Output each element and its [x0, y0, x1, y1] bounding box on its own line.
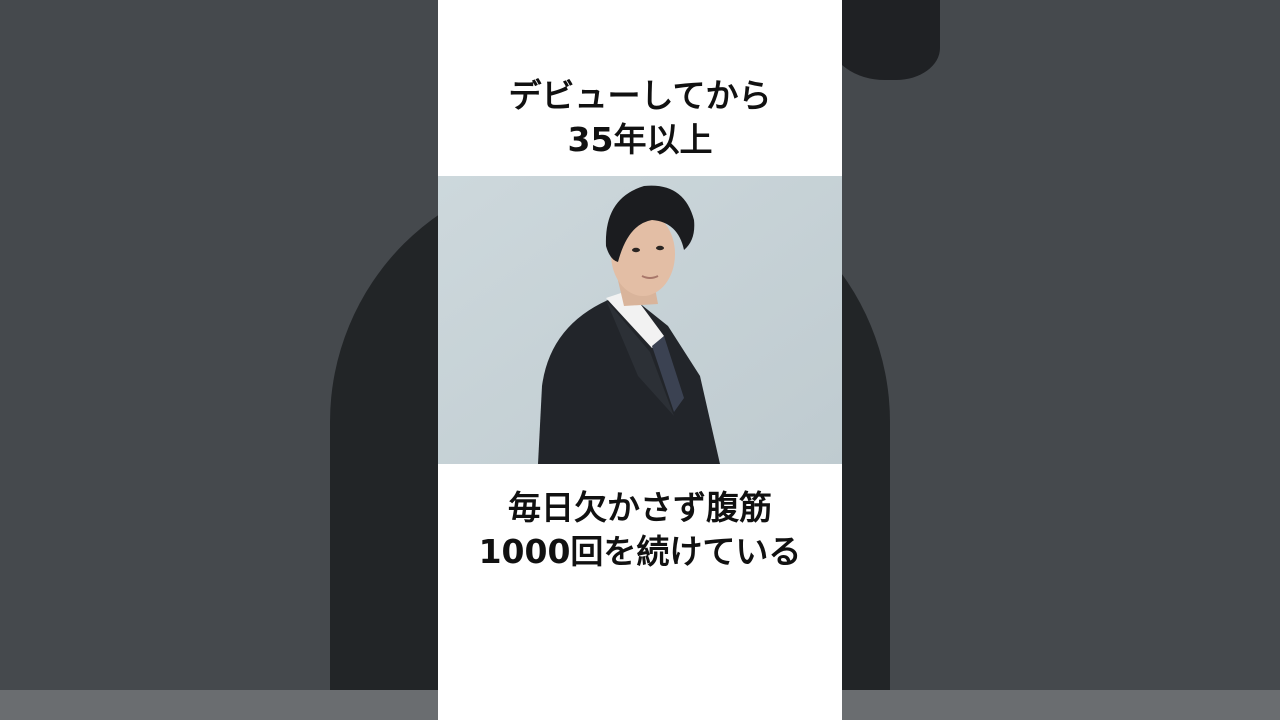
left-eye: [632, 247, 640, 253]
top-caption-line-2: 35年以上: [567, 120, 713, 159]
portrait-photo: [438, 176, 842, 464]
background-hair-shadow: [830, 0, 940, 80]
right-eye: [656, 245, 664, 251]
content-card: デビューしてから 35年以上 毎日欠かさず腹筋 1000回を続けている: [438, 0, 842, 720]
bottom-caption: 毎日欠かさず腹筋 1000回を続けている: [438, 486, 842, 574]
portrait-illustration: [438, 176, 842, 464]
top-caption-line-1: デビューしてから: [508, 76, 772, 115]
video-frame: デビューしてから 35年以上 毎日欠かさず腹筋 1000回を続けている: [0, 0, 1280, 720]
bottom-caption-line-2: 1000回を続けている: [478, 532, 802, 571]
top-caption: デビューしてから 35年以上: [438, 74, 842, 162]
bottom-caption-line-1: 毎日欠かさず腹筋: [508, 488, 772, 527]
